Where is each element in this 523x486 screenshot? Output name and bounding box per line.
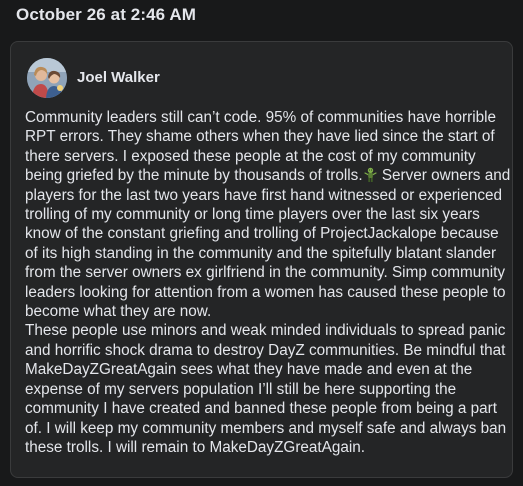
author-avatar[interactable] <box>27 58 67 98</box>
comment-text-part-2: Server owners and players for the last t… <box>25 167 511 321</box>
comment-card: Joel Walker Community leaders still can’… <box>10 41 513 478</box>
comment-paragraph-1: Community leaders still can’t code. 95% … <box>25 108 511 321</box>
page: October 26 at 2:46 AM Joel Walker Commun… <box>0 0 523 486</box>
post-timestamp[interactable]: October 26 at 2:46 AM <box>16 5 196 25</box>
comment-body: Community leaders still can’t code. 95% … <box>25 108 511 457</box>
comment-author[interactable]: Joel Walker <box>77 69 160 86</box>
zombie-emoji-icon <box>363 167 377 183</box>
comment-paragraph-2: These people use minors and weak minded … <box>25 322 507 456</box>
profile-photo-icon <box>27 58 67 98</box>
